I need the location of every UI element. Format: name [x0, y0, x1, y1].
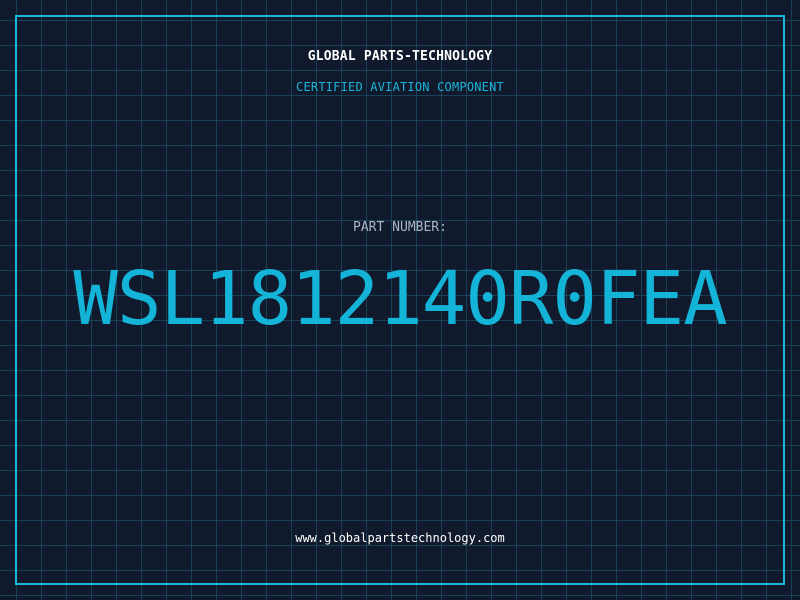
- part-number-label: PART NUMBER:: [353, 220, 447, 235]
- certification-tagline: CERTIFIED AVIATION COMPONENT: [296, 80, 504, 94]
- part-number-value: WSL1812140R0FEA: [73, 256, 727, 342]
- website-url: www.globalpartstechnology.com: [295, 531, 505, 545]
- company-name: GLOBAL PARTS-TECHNOLOGY: [307, 49, 493, 64]
- part-label-card: GLOBAL PARTS-TECHNOLOGY CERTIFIED AVIATI…: [0, 0, 800, 600]
